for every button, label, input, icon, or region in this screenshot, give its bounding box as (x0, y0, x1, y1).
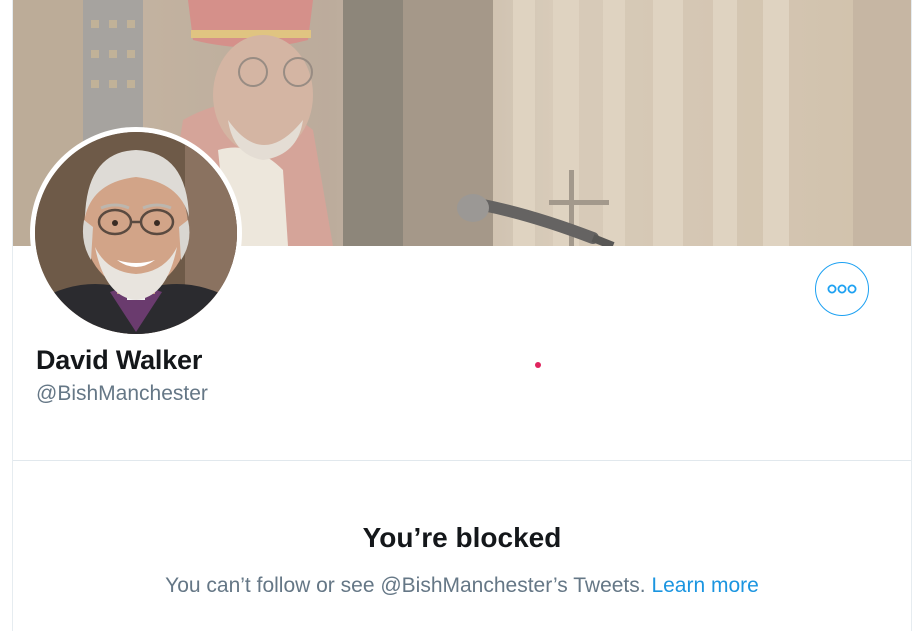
profile-avatar[interactable] (30, 127, 242, 339)
indicator-dot (535, 362, 541, 368)
blocked-title: You’re blocked (362, 522, 562, 553)
learn-more-link[interactable]: Learn more (651, 574, 758, 597)
profile-name: David Walker (36, 345, 203, 375)
section-divider (13, 460, 911, 461)
profile-handle: @BishManchester (36, 382, 208, 405)
more-horizontal-icon (827, 284, 857, 294)
blocked-description: You can’t follow or see @BishManchester’… (165, 574, 646, 597)
more-options-button[interactable] (815, 262, 869, 316)
blocked-message: You can’t follow or see @BishManchester’… (13, 574, 911, 598)
profile-page: David Walker @BishManchester You’re bloc… (12, 0, 912, 631)
avatar-photo (35, 132, 237, 334)
